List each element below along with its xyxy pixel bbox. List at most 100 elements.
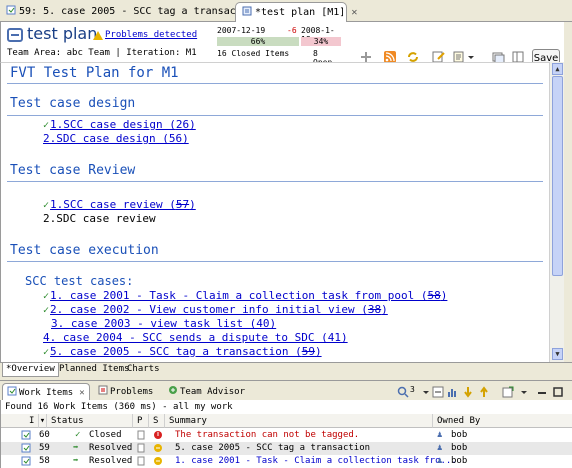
collapse-icon[interactable] [432, 386, 444, 398]
priority-icon [137, 456, 145, 466]
list-item[interactable]: 3. case 2003 - view task list (40) [51, 317, 276, 330]
editor-tab-work-item[interactable]: 59: 5. case 2005 - SCC tag a transaction [0, 2, 260, 22]
test-plan-icon [7, 28, 23, 42]
closed-items-count: 16 Closed Items [217, 49, 290, 58]
maximize-icon[interactable] [552, 386, 564, 398]
scroll-down-icon[interactable]: ▼ [552, 348, 563, 360]
column-header-owned-by[interactable]: Owned By [433, 414, 572, 428]
work-items-icon [7, 386, 17, 396]
new-work-item-icon[interactable] [502, 386, 514, 398]
found-summary: Found 16 Work Items (360 ms) - all my wo… [0, 400, 572, 414]
test-case-text: 2.SDC case review [43, 212, 156, 225]
column-header-status[interactable]: Status [47, 414, 133, 428]
priority-icon [137, 443, 145, 453]
test-case-link[interactable]: 4. case 2004 - SCC sends a dispute to SD… [43, 331, 348, 344]
editor-tab-test-plan[interactable]: *test plan [M1] ✕ [235, 2, 357, 22]
scroll-up-icon[interactable]: ▲ [552, 63, 563, 75]
test-case-link[interactable]: 2.SDC case design (56) [43, 132, 189, 145]
row-owner: bob [451, 430, 468, 440]
test-case-link[interactable]: 1. case 2001 - Task - Claim a collection… [50, 289, 447, 302]
editor-tab-label: 59: 5. case 2005 - SCC tag a transaction [19, 6, 260, 17]
minimize-icon[interactable] [536, 386, 548, 398]
user-icon: ♟ [437, 430, 443, 440]
divider [7, 181, 543, 182]
check-icon: ✓ [43, 291, 50, 302]
test-case-link[interactable]: 3. case 2003 - view task list (40) [51, 317, 276, 330]
check-icon: ✓ [43, 347, 50, 358]
close-icon[interactable]: ✕ [351, 7, 357, 18]
progress-bar-closed: 66% [217, 37, 299, 46]
list-item[interactable]: ✓5. case 2005 - SCC tag a transaction (5… [43, 345, 322, 358]
test-case-link[interactable]: 1.SCC case design (26) [50, 118, 196, 131]
closed-check-icon: ✓ [75, 430, 81, 440]
divider [7, 115, 543, 116]
user-icon: ♟ [437, 443, 443, 453]
tab-charts[interactable]: Charts [124, 363, 163, 377]
tab-work-items[interactable]: Work Items ✕ [2, 383, 90, 400]
window-edge [564, 22, 572, 362]
view-menu-icon[interactable] [518, 386, 530, 398]
table-row[interactable]: 60 ✓ Closed The transaction can not be t… [1, 429, 572, 442]
section-heading-execution: Test case execution [10, 243, 159, 258]
row-summary[interactable]: 5. case 2005 - SCC tag a transaction [175, 443, 370, 453]
test-case-link[interactable]: 1.SCC case review (57) [50, 198, 196, 211]
list-item[interactable]: ✓1.SCC case review (57) [43, 198, 196, 211]
tab-problems[interactable]: Problems [94, 383, 157, 400]
row-summary[interactable]: The transaction can not be tagged. [175, 430, 359, 440]
chevron-down-icon[interactable] [420, 386, 432, 398]
row-status: Closed [89, 430, 122, 440]
test-case-link[interactable]: 2. case 2002 - View customer info initia… [50, 303, 388, 316]
column-header-priority[interactable]: P [133, 414, 149, 428]
resolved-arrow-icon: ➡ [73, 456, 79, 466]
list-item[interactable]: ✓1.SCC case design (26) [43, 118, 196, 131]
column-header-summary[interactable]: Summary [165, 414, 433, 428]
row-status: Resolved [89, 456, 133, 466]
editor-tab-bar: 59: 5. case 2005 - SCC tag a transaction… [0, 0, 572, 22]
tab-planned-items[interactable]: Planned Items [56, 363, 132, 377]
plan-icon [242, 6, 252, 16]
vertical-scrollbar[interactable]: ▲ ▼ [549, 62, 564, 362]
days-delta: -6 [287, 26, 297, 35]
check-icon: ✓ [43, 200, 50, 211]
row-owner: bob [451, 443, 468, 453]
start-date: 2007-12-19 [217, 26, 266, 35]
column-header-severity[interactable]: S [149, 414, 165, 428]
subsection-heading: SCC test cases: [25, 274, 134, 288]
list-item[interactable]: ✓2. case 2002 - View customer info initi… [43, 303, 388, 316]
page-title: test plan [27, 24, 98, 43]
close-icon[interactable]: ✕ [79, 388, 84, 398]
table-row[interactable]: 58 ➡ Resolved 1. case 2001 - Task - Clai… [1, 455, 572, 468]
arrow-down-icon[interactable] [462, 386, 474, 398]
plan-title: FVT Test Plan for M1 [10, 65, 179, 81]
tab-overview[interactable]: *Overview [2, 363, 59, 377]
query-icon[interactable] [397, 386, 409, 398]
row-summary[interactable]: 1. case 2001 - Task - Claim a collection… [175, 456, 457, 466]
work-item-icon [21, 456, 31, 466]
list-item[interactable]: 2.SDC case design (56) [43, 132, 189, 145]
user-icon: ♟ [437, 456, 443, 466]
list-item[interactable]: 4. case 2004 - SCC sends a dispute to SD… [43, 331, 348, 344]
chart-icon[interactable] [446, 386, 458, 398]
section-heading-review: Test case Review [10, 163, 136, 178]
table-row[interactable]: 59 ➡ Resolved 5. case 2005 - SCC tag a t… [1, 442, 572, 455]
problems-detected-link[interactable]: Problems detected [105, 30, 197, 40]
team-advisor-icon [169, 386, 177, 394]
row-id: 60 [39, 430, 50, 440]
divider [7, 261, 543, 262]
arrow-up-icon[interactable] [478, 386, 490, 398]
scrollbar-thumb[interactable] [552, 76, 563, 276]
work-item-icon [21, 443, 31, 453]
severity-high-icon [154, 431, 162, 439]
test-case-link[interactable]: 5. case 2005 - SCC tag a transaction (59… [50, 345, 322, 358]
column-header-id[interactable]: I [1, 414, 39, 428]
plan-document: FVT Test Plan for M1 Test case design ✓1… [0, 62, 549, 362]
severity-normal-icon [154, 444, 162, 452]
sort-icon[interactable]: ▾ [39, 414, 47, 428]
work-item-icon [21, 430, 31, 440]
iteration-progress: 2007-12-19 -6 2008-1-18 66% 34% 16 Close… [217, 26, 341, 67]
list-item[interactable]: ✓1. case 2001 - Task - Claim a collectio… [43, 289, 447, 302]
tab-team-advisor[interactable]: Team Advisor [164, 383, 249, 400]
divider [7, 83, 543, 84]
row-id: 59 [39, 443, 50, 453]
work-items-table: I ▾ Status P S Summary Owned By 60 ✓ Clo… [0, 414, 572, 468]
